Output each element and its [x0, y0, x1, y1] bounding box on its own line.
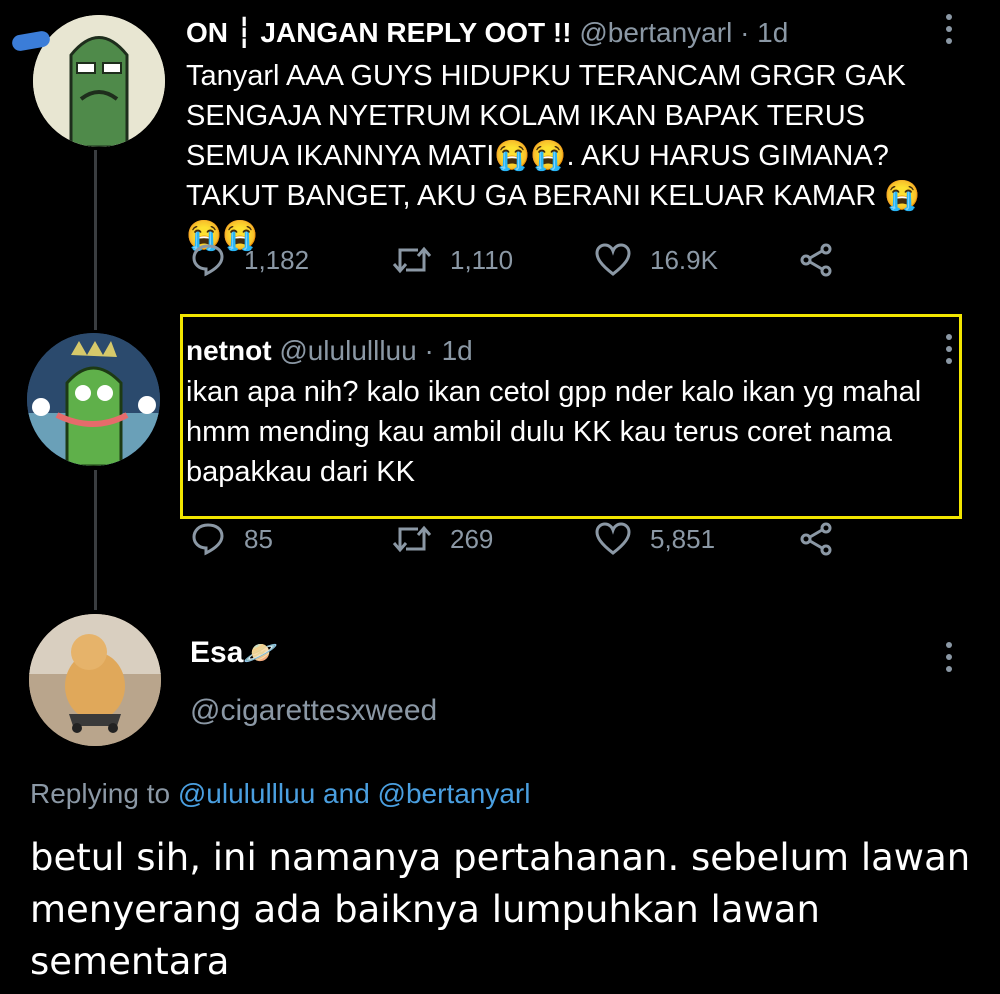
reply-button[interactable]: 85 [190, 521, 273, 557]
reply-button[interactable]: 1,182 [190, 242, 309, 278]
like-button[interactable]: 16.9K [594, 242, 718, 278]
reply-count: 85 [244, 523, 273, 554]
retweet-button[interactable]: 1,110 [392, 242, 513, 278]
like-button[interactable]: 5,851 [594, 521, 715, 557]
mention-link[interactable]: @bertanyarl [378, 778, 531, 809]
thread-view: ON ┆ JANGAN REPLY OOT !! @bertanyarl · 1… [0, 0, 1000, 994]
reply-count: 1,182 [244, 244, 310, 275]
tweet-header: ON ┆ JANGAN REPLY OOT !! @bertanyarl · 1… [186, 16, 788, 50]
tweet-header: Esa🪐 [190, 636, 278, 670]
more-icon[interactable] [946, 14, 952, 44]
thread-connector [94, 470, 97, 610]
replying-and: and [323, 778, 370, 809]
avatar[interactable] [27, 333, 160, 466]
reply-icon [192, 244, 224, 277]
like-icon [595, 243, 631, 276]
share-button[interactable] [798, 521, 834, 557]
user-handle[interactable]: @bertanyarl [579, 17, 732, 48]
highlight-box [180, 314, 962, 519]
retweet-count: 269 [450, 523, 494, 554]
share-icon [800, 243, 832, 277]
mention-link[interactable]: @ululullluu [178, 778, 315, 809]
display-name[interactable]: Esa [190, 636, 243, 669]
tweet-text: betul sih, ini namanya pertahanan. sebel… [30, 836, 971, 983]
tweet-text: Tanyarl AAA GUYS HIDUPKU TERANCAM GRGR G… [186, 60, 921, 252]
user-handle[interactable]: @cigarettesxweed [190, 694, 437, 728]
avatar[interactable] [33, 15, 165, 147]
retweet-count: 1,110 [450, 244, 514, 275]
like-count: 16.9K [650, 244, 718, 275]
share-button[interactable] [798, 242, 834, 278]
like-icon [595, 522, 631, 555]
avatar-image [33, 15, 165, 147]
avatar[interactable] [29, 614, 161, 746]
thread-connector [94, 150, 97, 330]
more-icon[interactable] [946, 642, 952, 672]
replying-prefix: Replying to [30, 778, 171, 809]
avatar-image [29, 614, 161, 746]
reply-icon [192, 523, 224, 556]
timestamp: · 1d [740, 17, 789, 48]
share-icon [800, 522, 832, 556]
retweet-icon [392, 525, 432, 553]
display-name[interactable]: ON ┆ JANGAN REPLY OOT !! [186, 17, 572, 48]
like-count: 5,851 [650, 523, 716, 554]
retweet-icon [392, 246, 432, 274]
replying-to: Replying to @ululullluu and @bertanyarl [30, 778, 530, 810]
retweet-button[interactable]: 269 [392, 521, 493, 557]
avatar-image [27, 333, 160, 466]
planet-icon: 🪐 [243, 637, 279, 668]
